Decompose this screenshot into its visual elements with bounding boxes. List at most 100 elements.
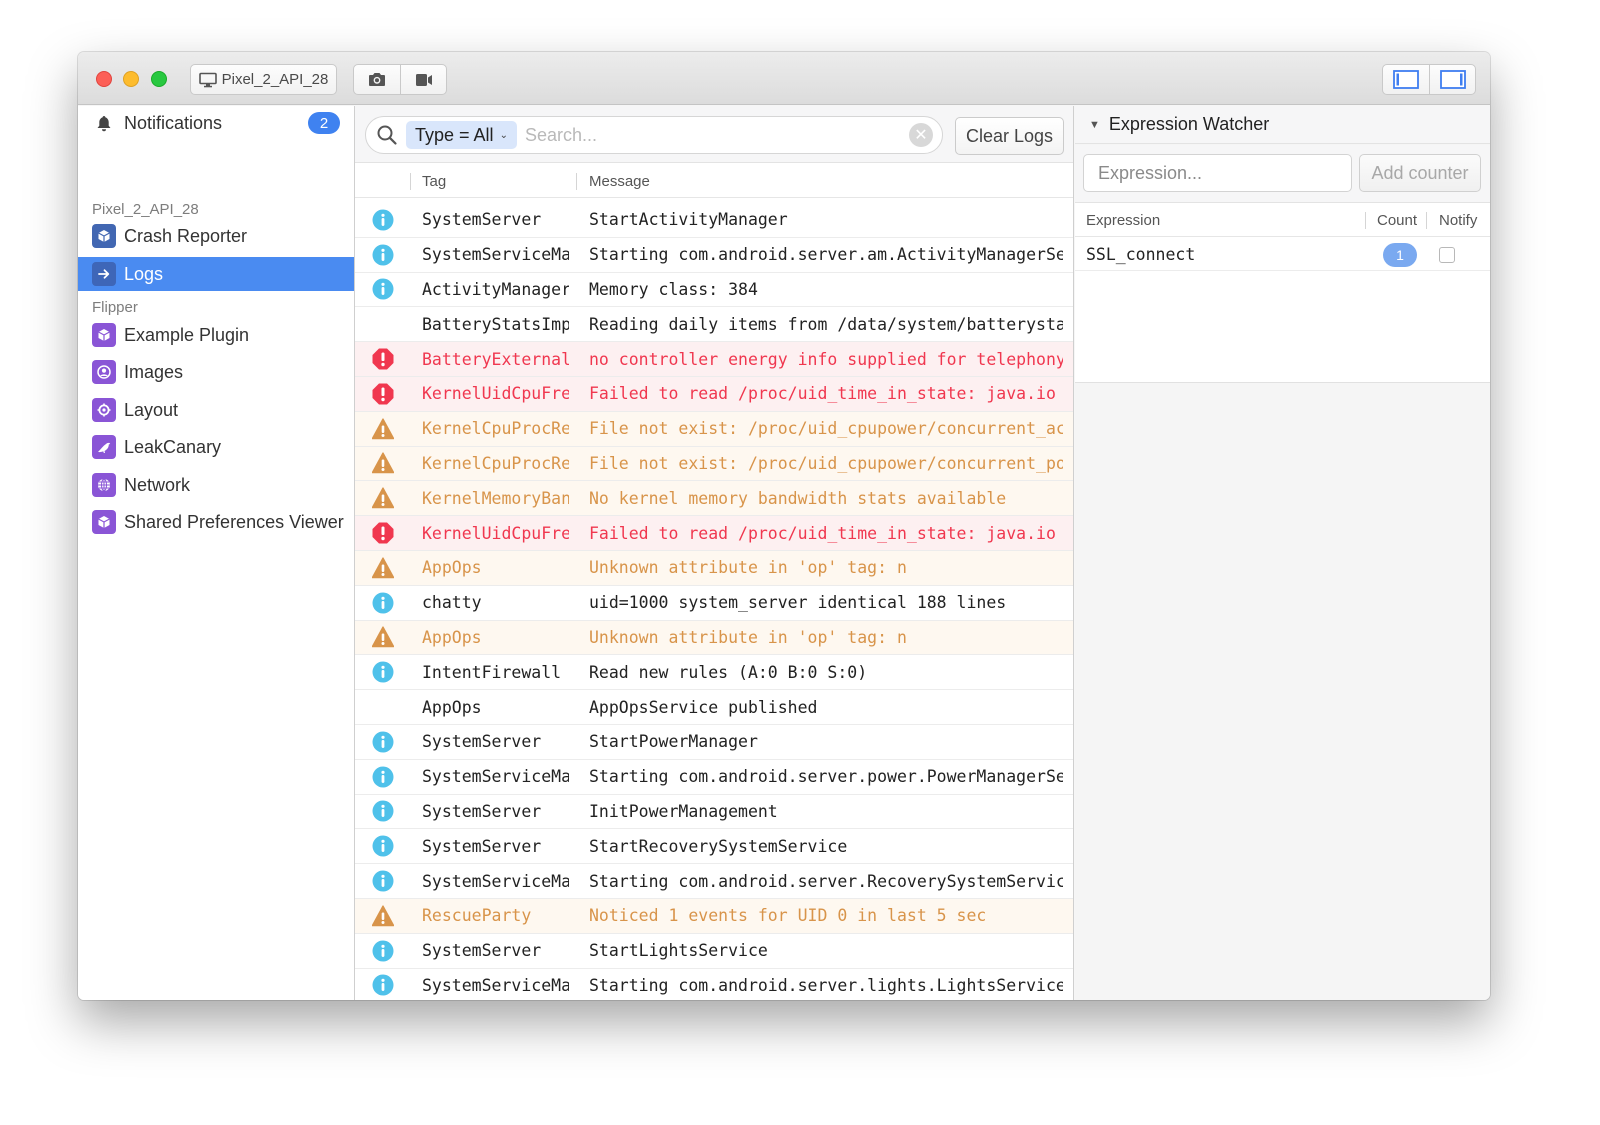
log-tag: SystemServer	[422, 801, 542, 821]
toggle-right-sidebar-button[interactable]	[1429, 65, 1475, 94]
log-tag: AppOps	[422, 627, 482, 647]
log-tag: SystemServiceManager	[422, 975, 569, 995]
log-row[interactable]: KernelMemoryBandwidthStats No kernel memo…	[355, 481, 1073, 517]
log-row[interactable]: RescueParty Noticed 1 events for UID 0 in…	[355, 898, 1073, 934]
warning-icon	[371, 557, 395, 579]
column-header-message[interactable]: Message	[589, 173, 650, 190]
sidebar-item-example-plugin[interactable]: Example Plugin	[78, 318, 354, 352]
title-bar: Pixel_2_API_28	[78, 52, 1490, 105]
expression-input[interactable]	[1083, 154, 1352, 192]
minimize-window-button[interactable]	[123, 71, 139, 87]
log-row[interactable]: chatty uid=1000 system_server identical 1…	[355, 586, 1073, 621]
clear-search-icon[interactable]: ✕	[909, 123, 933, 147]
log-message: StartLightsService	[589, 941, 768, 961]
type-filter-label: Type = All	[415, 124, 494, 145]
close-window-button[interactable]	[96, 71, 112, 87]
expression-watcher-header[interactable]: ▼ Expression Watcher	[1075, 106, 1490, 144]
logs-column-header: Tag Message	[355, 164, 1073, 198]
log-tag: SystemServiceManager	[422, 245, 569, 265]
log-row[interactable]: SystemServer StartLightsService	[355, 934, 1073, 969]
log-tag: SystemServiceManager	[422, 871, 569, 891]
sidebar-item-images[interactable]: Images	[78, 355, 354, 389]
log-row[interactable]: AppOps Unknown attribute in 'op' tag: n	[355, 550, 1073, 586]
log-row[interactable]: SystemServer StartPowerManager	[355, 725, 1073, 760]
log-row[interactable]: KernelUidCpuFreqTimeReader Failed to read…	[355, 516, 1073, 551]
log-tag: SystemServiceManager	[422, 767, 569, 787]
sidebar-item-layout[interactable]: Layout	[78, 393, 354, 427]
log-message: Starting com.android.server.RecoverySyst…	[589, 871, 1063, 891]
sidebar-item-shared-preferences-viewer[interactable]: Shared Preferences Viewer	[78, 505, 354, 539]
log-tag: KernelCpuProcReader	[422, 419, 569, 439]
warning-icon	[371, 626, 395, 648]
expression-watcher-panel: ▼ Expression Watcher Add counter Express…	[1075, 106, 1490, 1000]
device-selector-button[interactable]: Pixel_2_API_28	[190, 64, 337, 95]
log-row[interactable]: SystemServiceManager Starting com.android…	[355, 760, 1073, 795]
arrow-right-icon	[92, 262, 116, 286]
log-row[interactable]: AppOps Unknown attribute in 'op' tag: n	[355, 620, 1073, 656]
log-row[interactable]: BatteryStatsImpl Reading daily items from…	[355, 307, 1073, 343]
log-tag: AppOps	[422, 558, 482, 578]
sidebar-item-network[interactable]: Network	[78, 468, 354, 502]
log-message: File not exist: /proc/uid_cpupower/concu…	[589, 419, 1063, 439]
warning-icon	[371, 418, 395, 440]
info-icon	[372, 940, 394, 962]
add-counter-button[interactable]: Add counter	[1359, 154, 1481, 192]
log-row[interactable]: BatteryExternalStatsWorker no controller …	[355, 342, 1073, 377]
log-row[interactable]: SystemServiceManager Starting com.android…	[355, 238, 1073, 273]
info-icon	[372, 278, 394, 300]
device-label: Pixel_2_API_28	[221, 71, 329, 88]
screenshot-button[interactable]	[354, 65, 400, 94]
log-message: Failed to read /proc/uid_time_in_state: …	[589, 523, 1056, 543]
search-bar: Type = All ⌄ ✕	[365, 116, 943, 154]
sidebar-item-notifications[interactable]: Notifications 2	[78, 106, 354, 140]
clear-logs-button[interactable]: Clear Logs	[955, 117, 1064, 155]
watcher-row[interactable]: SSL_connect 1	[1075, 238, 1490, 271]
log-row[interactable]: SystemServer StartActivityManager	[355, 203, 1073, 238]
type-filter-token[interactable]: Type = All ⌄	[406, 121, 517, 149]
zoom-window-button[interactable]	[151, 71, 167, 87]
log-message: Starting com.android.server.am.ActivityM…	[589, 245, 1063, 265]
log-row[interactable]: SystemServer StartRecoverySystemService	[355, 829, 1073, 865]
log-row[interactable]: IntentFirewall Read new rules (A:0 B:0 S:…	[355, 655, 1073, 691]
toggle-left-sidebar-button[interactable]	[1383, 65, 1429, 94]
column-divider[interactable]	[576, 173, 577, 190]
column-header-notify[interactable]: Notify	[1439, 212, 1477, 229]
log-row[interactable]: KernelCpuProcReader File not exist: /proc…	[355, 411, 1073, 447]
log-row[interactable]: KernelUidCpuFreqTimeReader Failed to read…	[355, 376, 1073, 412]
sidebar-item-leakcanary[interactable]: LeakCanary	[78, 430, 354, 464]
column-header-count[interactable]: Count	[1377, 212, 1417, 229]
column-divider[interactable]	[1365, 212, 1366, 229]
log-tag: IntentFirewall	[422, 662, 562, 682]
column-header-tag[interactable]: Tag	[422, 173, 446, 190]
sidebar-item-label: LeakCanary	[124, 436, 222, 457]
info-icon	[372, 209, 394, 231]
warning-icon	[371, 905, 395, 927]
log-row[interactable]: SystemServiceManager Starting com.android…	[355, 864, 1073, 899]
notify-checkbox[interactable]	[1439, 247, 1455, 263]
log-message: no controller energy info supplied for t…	[589, 349, 1063, 369]
log-row[interactable]: SystemServer InitPowerManagement	[355, 795, 1073, 830]
sidebar-item-logs[interactable]: Logs	[78, 257, 354, 291]
sidebar-item-label: Notifications	[124, 112, 223, 133]
info-icon	[372, 731, 394, 753]
search-input[interactable]	[524, 124, 909, 146]
log-tag: SystemServer	[422, 732, 542, 752]
column-divider[interactable]	[410, 173, 411, 190]
log-row[interactable]: ActivityManager Memory class: 384	[355, 273, 1073, 308]
log-row[interactable]: AppOps AppOpsService published	[355, 690, 1073, 725]
capture-button-group	[353, 64, 447, 95]
log-row[interactable]: SystemServiceManager Starting com.android…	[355, 969, 1073, 1000]
record-button[interactable]	[400, 65, 446, 94]
log-tag: KernelUidCpuFreqTimeReader	[422, 523, 569, 543]
video-icon	[415, 73, 432, 86]
log-message: AppOpsService published	[589, 697, 818, 717]
log-row[interactable]: KernelCpuProcReader File not exist: /proc…	[355, 446, 1073, 482]
column-divider[interactable]	[1426, 212, 1427, 229]
app-section-header: Flipper	[92, 299, 138, 316]
flipper-window: Pixel_2_API_28 Notifications 2 Pixel_2_A…	[78, 52, 1490, 1000]
layout-button-group	[1382, 64, 1476, 95]
search-icon	[377, 125, 397, 145]
column-header-expression[interactable]: Expression	[1086, 212, 1160, 229]
disclosure-triangle-icon[interactable]: ▼	[1089, 119, 1100, 131]
sidebar-item-crash-reporter[interactable]: Crash Reporter	[78, 219, 354, 253]
